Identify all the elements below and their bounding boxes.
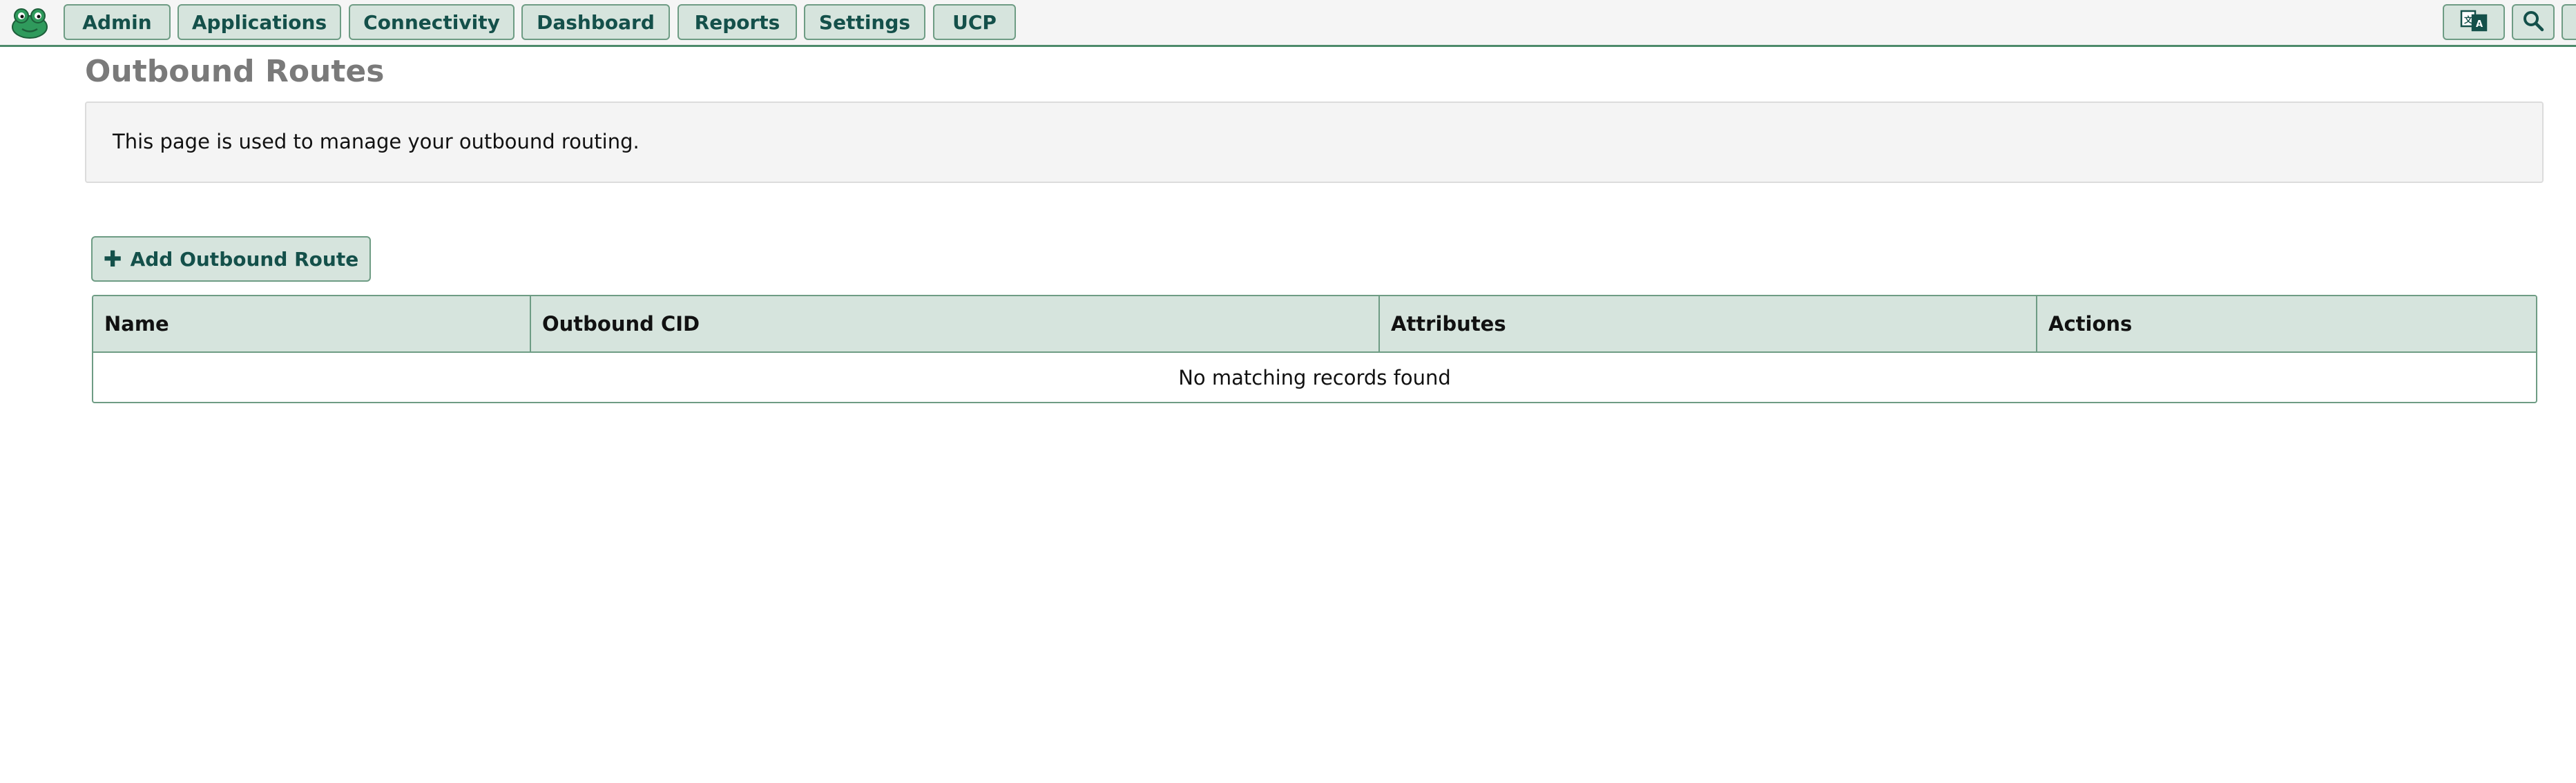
column-header-name[interactable]: Name [93, 296, 531, 351]
nav-settings-button[interactable]: Settings [804, 4, 925, 40]
column-header-attributes[interactable]: Attributes [1380, 296, 2037, 351]
column-header-actions: Actions [2048, 312, 2133, 336]
page-description: This page is used to manage your outboun… [113, 130, 640, 153]
language-icon: 文 A [2460, 9, 2488, 35]
table-header: Name Outbound CID Attributes Actions [93, 296, 2536, 353]
search-icon [2522, 10, 2544, 35]
outbound-routes-table: Name Outbound CID Attributes Actions No … [92, 295, 2537, 403]
nav-dashboard-button[interactable]: Dashboard [521, 4, 670, 40]
column-header-outbound-cid[interactable]: Outbound CID [531, 296, 1380, 351]
page-title: Outbound Routes [85, 54, 385, 89]
nav-admin-button[interactable]: Admin [64, 4, 171, 40]
add-outbound-route-label: Add Outbound Route [130, 247, 359, 271]
svg-text:A: A [2476, 19, 2483, 30]
page-description-box: This page is used to manage your outboun… [85, 102, 2544, 183]
svg-text:文: 文 [2464, 14, 2473, 25]
table-empty-message: No matching records found [1178, 365, 1451, 389]
top-navigation-bar: Admin Applications Connectivity Dashboar… [0, 0, 2576, 47]
frog-logo-icon[interactable] [10, 6, 50, 39]
nav-ucp-button[interactable]: UCP [933, 4, 1016, 40]
more-button[interactable] [2561, 4, 2576, 40]
language-button[interactable]: 文 A [2443, 4, 2505, 40]
nav-connectivity-button[interactable]: Connectivity [349, 4, 515, 40]
nav-reports-button[interactable]: Reports [677, 4, 797, 40]
nav-applications-button[interactable]: Applications [177, 4, 341, 40]
add-outbound-route-button[interactable]: ✚ Add Outbound Route [91, 236, 371, 282]
plus-icon: ✚ [103, 246, 122, 272]
search-button[interactable] [2512, 4, 2555, 40]
